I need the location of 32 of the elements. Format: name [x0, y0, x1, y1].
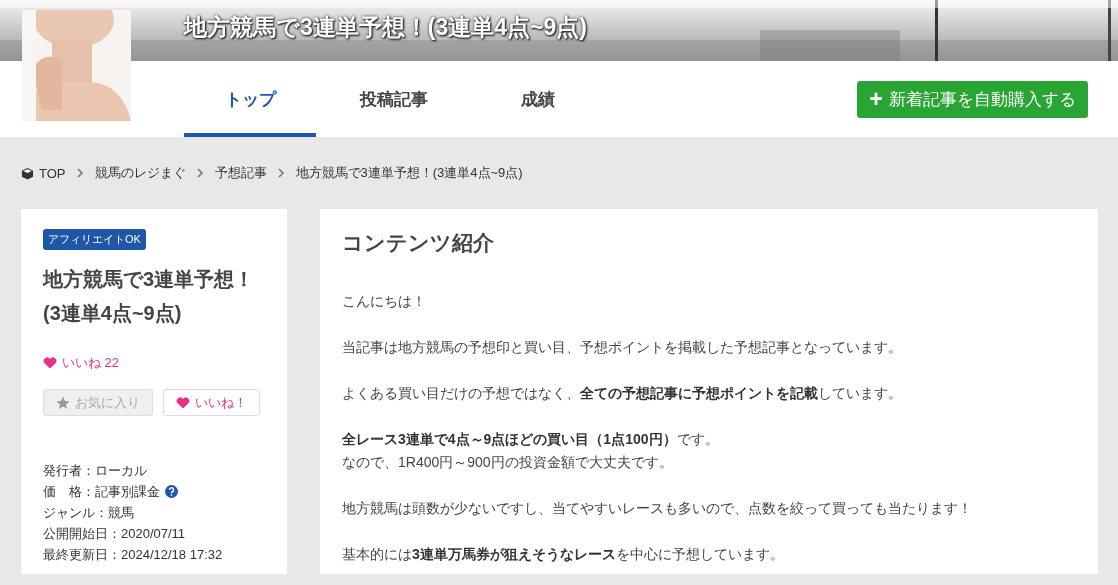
paragraph: よくある買い目だけの予想ではなく、全ての予想記事に予想ポイントを記載しています。	[342, 385, 902, 401]
section-heading: コンテンツ紹介	[342, 230, 495, 256]
article-info: ジャンル：競馬	[43, 504, 134, 522]
like-button[interactable]: いいね！	[163, 389, 260, 416]
help-icon[interactable]	[165, 485, 178, 498]
breadcrumb-link[interactable]: 予想記事	[214, 164, 267, 182]
paragraph: 全レース3連単で4点～9点ほどの買い目（1点100円）です。	[342, 431, 719, 447]
article-info: 価 格：記事別課金	[43, 483, 160, 501]
breadcrumb-link[interactable]: 地方競馬で3連単予想！(3連単4点~9点)	[295, 164, 523, 182]
article-info: 発行者：ローカル	[43, 462, 147, 480]
chevron-right-icon	[76, 168, 84, 178]
like-count: いいね 22	[62, 354, 120, 372]
article-info: 公開開始日：2020/07/11	[43, 525, 186, 543]
heart-icon	[176, 396, 190, 409]
affiliate-badge: アフィリエイトOK	[43, 229, 146, 250]
article-info: 最終更新日：2024/12/18 17:32	[43, 546, 223, 564]
cube-icon	[21, 166, 34, 180]
paragraph: 地方競馬は頭数が少ないですし、当てやすいレースも多いので、点数を絞って買っても当たります！	[342, 500, 972, 516]
paragraph: こんにちは！	[342, 293, 426, 309]
nav-tab[interactable]: 投稿記事	[328, 61, 460, 137]
paragraph: 基本的には3連単万馬券が狙えそうなレースを中心に予想しています。	[342, 546, 784, 562]
paragraph: 当記事は地方競馬の予想印と買い目、予想ポイントを掲載した予想記事となっています。	[342, 339, 902, 355]
article-title: 地方競馬で3連単予想！(3連単4点~9点)	[43, 267, 256, 326]
star-icon	[56, 395, 70, 410]
heart-icon	[43, 357, 57, 369]
nav-tab[interactable]: 成績	[472, 61, 604, 137]
breadcrumb-link[interactable]: 競馬のレジまぐ	[94, 164, 186, 182]
nav-tab[interactable]: トップ	[184, 61, 316, 137]
paragraph: なので、1R400円～900円の投資金額で大丈夫です。	[342, 454, 673, 470]
chevron-right-icon	[196, 168, 204, 178]
chevron-right-icon	[277, 168, 285, 178]
breadcrumb-link[interactable]: TOP	[21, 165, 66, 181]
